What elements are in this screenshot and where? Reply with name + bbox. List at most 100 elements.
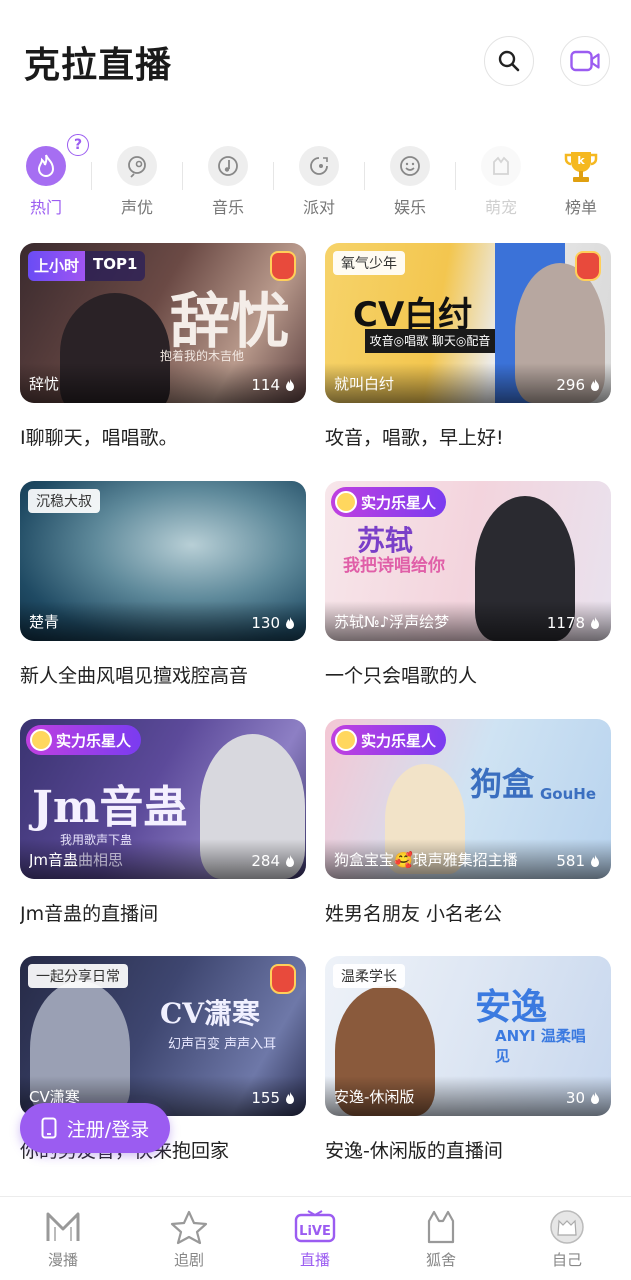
tab-manbo[interactable]: 漫播: [13, 1209, 113, 1270]
cover-art-subtitle: 幻声百变 声声入耳: [168, 1037, 277, 1052]
tab-entertainment[interactable]: 娱乐: [375, 138, 445, 218]
heat-value: 114: [251, 376, 280, 394]
rank-badge-period: 上小时: [28, 251, 86, 281]
live-room-card[interactable]: Jm音蛊 我用歌声下蛊 实力乐星人 Jm音蛊曲相思 284 Jm音蛊的直播间: [20, 719, 306, 926]
cover-art-title: 苏轼: [357, 524, 414, 557]
tab-label: 自己: [551, 1251, 582, 1269]
host-name: 辞忧: [29, 375, 60, 393]
talent-badge: 实力乐星人: [26, 725, 142, 755]
cover-art-title: CV潇寒: [160, 997, 261, 1030]
trophy-icon: k: [561, 146, 601, 186]
cover-art-subtitle: 我把诗唱给你: [343, 556, 445, 576]
rank-badge: 上小时 TOP1: [28, 251, 146, 281]
talent-badge-label: 实力乐星人: [56, 731, 132, 750]
cover-art-title: 狗盒: [470, 765, 535, 803]
live-room-card[interactable]: 狗盒 GouHe 实力乐星人 狗盒宝宝🥰琅声雅集招主播 581 姓男名朋友 小名…: [325, 719, 611, 926]
live-tv-icon: LiVE: [294, 1210, 336, 1243]
room-cover: 苏轼 我把诗唱给你 实力乐星人 苏轼№♪浮声绘梦 1178: [325, 481, 611, 641]
rank-badge-rank: TOP1: [85, 251, 146, 281]
room-description: Jm音蛊的直播间: [20, 903, 159, 925]
login-button[interactable]: 注册/登录: [20, 1103, 170, 1153]
room-tag: 温柔学长: [333, 964, 405, 988]
live-room-card[interactable]: 安逸 ANYI 温柔唱见 温柔学长 安逸-休闲版 30 安逸-休闲版的直播间: [325, 956, 611, 1163]
tab-label: 萌宠: [484, 198, 517, 217]
tab-fox-den[interactable]: 狐舍: [391, 1209, 491, 1270]
heat-count: 114: [251, 376, 296, 394]
host-name: 苏轼№♪浮声绘梦: [334, 613, 450, 631]
room-cover: 狗盒 GouHe 实力乐星人 狗盒宝宝🥰琅声雅集招主播 581: [325, 719, 611, 879]
heat-count: 296: [556, 376, 601, 394]
host-name: 楚青: [29, 613, 60, 631]
room-description: 攻音，唱歌，早上好!: [325, 427, 504, 449]
room-description: 一个只会唱歌的人: [325, 665, 478, 687]
host-name-main: Jm音蛊: [29, 851, 79, 869]
start-live-button[interactable]: [560, 36, 610, 86]
medal-icon: [30, 729, 52, 751]
avatar-icon: [550, 1210, 584, 1244]
talent-badge: 实力乐星人: [331, 487, 447, 517]
heat-count: 155: [251, 1089, 296, 1107]
tab-ranking[interactable]: k 榜单: [546, 138, 616, 218]
help-icon[interactable]: ?: [67, 134, 89, 156]
tab-music[interactable]: 音乐: [193, 138, 263, 218]
tab-me[interactable]: 自己: [517, 1209, 617, 1270]
tab-label: 榜单: [564, 198, 597, 217]
cover-art-subtitle: 攻音◎唱歌 聊天◎配音: [365, 329, 495, 353]
flame-icon: [591, 617, 599, 629]
tab-label: 漫播: [47, 1251, 78, 1269]
red-envelope-icon[interactable]: [575, 251, 601, 281]
room-tag: 一起分享日常: [28, 964, 128, 988]
tab-drama[interactable]: 追剧: [139, 1209, 239, 1270]
heat-value: 1178: [546, 614, 585, 632]
flame-icon: [26, 146, 66, 186]
search-icon: [498, 50, 520, 72]
room-description: 安逸-休闲版的直播间: [325, 1140, 503, 1162]
room-description: 姓男名朋友 小名老公: [325, 903, 503, 925]
live-room-card[interactable]: 辞忧 抱着我的木吉他 上小时 TOP1 辞忧 114 I聊聊天，唱唱歌。: [20, 243, 306, 450]
flame-icon: [591, 1092, 599, 1104]
live-room-card[interactable]: 苏轼 我把诗唱给你 实力乐星人 苏轼№♪浮声绘梦 1178 一个只会唱歌的人: [325, 481, 611, 688]
flame-icon: [286, 855, 294, 867]
host-name: 安逸-休闲版: [334, 1088, 415, 1106]
red-envelope-icon[interactable]: [270, 964, 296, 994]
room-description: I聊聊天，唱唱歌。: [20, 427, 178, 449]
party-icon: [299, 146, 339, 186]
tab-live[interactable]: LiVE 直播: [265, 1209, 365, 1270]
search-button[interactable]: [484, 36, 534, 86]
video-camera-icon: [570, 50, 600, 72]
heat-value: 296: [556, 376, 585, 394]
cover-art-subtitle: GouHe: [540, 785, 597, 803]
tab-label: 娱乐: [393, 198, 426, 217]
bottom-nav: 漫播 追剧 LiVE 直播 狐舍 自己: [0, 1196, 631, 1280]
host-name: Jm音蛊曲相思: [29, 849, 123, 870]
heat-value: 30: [565, 1089, 585, 1107]
tab-party[interactable]: 派对: [284, 138, 354, 218]
talent-badge-label: 实力乐星人: [361, 731, 437, 750]
divider: [273, 162, 274, 190]
room-tag: 氧气少年: [333, 251, 405, 275]
flame-icon: [591, 855, 599, 867]
live-room-card[interactable]: CV白纣 攻音◎唱歌 聊天◎配音 氧气少年 就叫白纣 296 攻音，唱歌，早上好…: [325, 243, 611, 450]
music-note-icon: [208, 146, 248, 186]
heat-count: 581: [556, 852, 601, 870]
fox-icon: [427, 1210, 455, 1244]
tab-voice-actor[interactable]: 声优: [102, 138, 172, 218]
talent-badge-label: 实力乐星人: [361, 493, 437, 512]
heat-value: 284: [251, 852, 280, 870]
flame-icon: [286, 617, 294, 629]
room-cover: 沉稳大叔 楚青 130: [20, 481, 306, 641]
mic-bubble-icon: [117, 146, 157, 186]
red-envelope-icon[interactable]: [270, 251, 296, 281]
tab-pet[interactable]: 萌宠: [466, 138, 536, 218]
tab-label: 声优: [120, 198, 153, 217]
tab-label: 热门: [29, 198, 62, 217]
live-room-card[interactable]: 沉稳大叔 楚青 130 新人全曲风唱见擅戏腔高音: [20, 481, 306, 688]
room-cover: CV潇寒 幻声百变 声声入耳 一起分享日常 CV潇寒 155: [20, 956, 306, 1116]
tab-label: 狐舍: [425, 1251, 456, 1269]
divider: [455, 162, 456, 190]
login-label: 注册/登录: [66, 1118, 150, 1141]
header: 克拉直播: [0, 0, 631, 120]
talent-badge: 实力乐星人: [331, 725, 447, 755]
tab-hot[interactable]: 热门 ?: [11, 134, 89, 218]
room-cover: 辞忧 抱着我的木吉他 上小时 TOP1 辞忧 114: [20, 243, 306, 403]
